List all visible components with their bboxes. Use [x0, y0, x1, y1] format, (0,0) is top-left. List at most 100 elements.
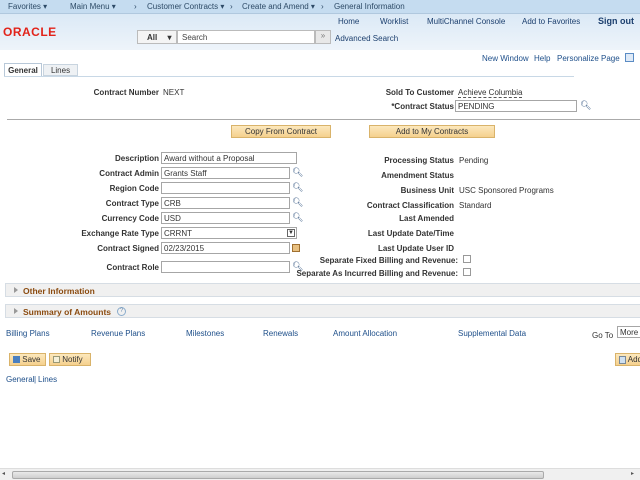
separate-incurred-checkbox[interactable]: [463, 268, 471, 276]
lookup-icon[interactable]: 🔍︎: [292, 198, 303, 207]
multichannel-link[interactable]: MultiChannel Console: [427, 17, 505, 26]
contract-status-input[interactable]: PENDING: [455, 100, 577, 112]
processing-status-label: Processing Status: [384, 156, 454, 165]
contract-type-label: Contract Type: [105, 199, 159, 208]
goto-label: Go To: [592, 331, 614, 340]
search-go-button[interactable]: »: [315, 30, 331, 44]
dropdown-arrow-icon: ▼: [287, 229, 295, 237]
search-scope-value: All: [147, 33, 158, 42]
help-icon[interactable]: ?: [117, 307, 126, 316]
contract-number-value: NEXT: [163, 88, 185, 97]
currency-code-label: Currency Code: [101, 214, 159, 223]
contract-admin-input[interactable]: Grants Staff: [161, 167, 290, 179]
new-window-link[interactable]: New Window: [482, 54, 529, 63]
chevron-down-icon: ▾: [167, 33, 172, 42]
revenue-plans-link[interactable]: Revenue Plans: [91, 329, 145, 338]
lookup-icon[interactable]: 🔍︎: [292, 183, 303, 192]
breadcrumb-current: General Information: [334, 2, 405, 11]
lookup-icon[interactable]: 🔍︎: [292, 213, 303, 222]
breadcrumb-sep: ›: [230, 2, 233, 11]
footer-general-link[interactable]: General: [6, 375, 34, 384]
description-input[interactable]: Award without a Proposal: [161, 152, 297, 164]
contract-number-label: Contract Number: [93, 88, 159, 97]
contract-status-label: *Contract Status: [391, 102, 454, 111]
home-link[interactable]: Home: [338, 17, 359, 26]
breadcrumb-sep: ›: [321, 2, 324, 11]
add-button[interactable]: Add: [615, 353, 640, 366]
tab-general[interactable]: General: [4, 63, 42, 77]
milestones-link[interactable]: Milestones: [186, 329, 224, 338]
billing-plans-link[interactable]: Billing Plans: [6, 329, 50, 338]
business-unit-value: USC Sponsored Programs: [459, 186, 554, 195]
renewals-link[interactable]: Renewals: [263, 329, 298, 338]
supplemental-data-link[interactable]: Supplemental Data: [458, 329, 526, 338]
sold-to-label: Sold To Customer: [385, 88, 454, 97]
notify-button[interactable]: Notify: [49, 353, 91, 366]
sold-to-value[interactable]: Achieve Columbia: [458, 88, 523, 98]
breadcrumb-customer-contracts[interactable]: Customer Contracts ▾: [147, 2, 224, 11]
other-information-section[interactable]: Other Information: [5, 283, 640, 297]
main-menu[interactable]: Main Menu ▾: [70, 2, 116, 11]
footer-sep: |: [34, 375, 37, 384]
contract-role-input[interactable]: [161, 261, 290, 273]
last-update-user-label: Last Update User ID: [377, 244, 454, 253]
scrollbar-thumb[interactable]: [12, 471, 544, 479]
calendar-icon[interactable]: [292, 244, 300, 252]
sign-out-link[interactable]: Sign out: [598, 16, 634, 26]
expand-arrow-icon: [14, 308, 18, 314]
contract-signed-input[interactable]: 02/23/2015: [161, 242, 290, 254]
breadcrumb-create-amend[interactable]: Create and Amend ▾: [242, 2, 315, 11]
goto-select[interactable]: More: [617, 326, 640, 338]
contract-role-label: Contract Role: [106, 263, 159, 272]
exchange-rate-value: CRRNT: [164, 229, 192, 238]
tab-divider: [4, 76, 574, 77]
advanced-search-link[interactable]: Advanced Search: [335, 34, 398, 43]
page-grid-icon[interactable]: [625, 53, 634, 62]
exchange-rate-type-label: Exchange Rate Type: [81, 229, 159, 238]
search-scope-select[interactable]: All ▾: [137, 30, 177, 44]
favorites-menu[interactable]: Favorites ▾: [8, 2, 47, 11]
tab-lines[interactable]: Lines: [43, 64, 78, 76]
region-code-label: Region Code: [109, 184, 159, 193]
last-update-datetime-label: Last Update Date/Time: [367, 229, 454, 238]
separate-fixed-checkbox[interactable]: [463, 255, 471, 263]
add-label: Add: [627, 355, 640, 364]
add-favorites-link[interactable]: Add to Favorites: [522, 17, 580, 26]
currency-code-input[interactable]: USD: [161, 212, 290, 224]
region-code-input[interactable]: [161, 182, 290, 194]
amendment-status-label: Amendment Status: [381, 171, 454, 180]
oracle-logo: ORACLE: [3, 25, 57, 39]
exchange-rate-type-select[interactable]: CRRNT ▼: [161, 227, 297, 239]
contract-type-input[interactable]: CRB: [161, 197, 290, 209]
search-input[interactable]: Search: [177, 30, 315, 44]
section-title: Summary of Amounts: [23, 307, 112, 317]
worklist-link[interactable]: Worklist: [380, 17, 408, 26]
breadcrumb-sep: ›: [134, 2, 137, 11]
save-icon: [13, 356, 20, 364]
horizontal-scrollbar[interactable]: ◂ ▸: [0, 468, 640, 480]
summary-of-amounts-section[interactable]: Summary of Amounts?: [5, 304, 640, 318]
copy-from-contract-button[interactable]: Copy From Contract: [231, 125, 331, 138]
save-button[interactable]: Save: [9, 353, 46, 366]
top-nav: Favorites ▾ Main Menu ▾ › Customer Contr…: [0, 0, 640, 14]
last-amended-label: Last Amended: [399, 214, 454, 223]
footer-lines-link[interactable]: Lines: [38, 375, 57, 384]
help-link[interactable]: Help: [534, 54, 550, 63]
classification-value: Standard: [459, 201, 492, 210]
notify-label: Notify: [62, 355, 83, 364]
personalize-link[interactable]: Personalize Page: [557, 54, 620, 63]
separate-incurred-label: Separate As Incurred Billing and Revenue…: [296, 269, 458, 278]
lookup-icon[interactable]: 🔍︎: [580, 101, 591, 110]
scroll-right-icon[interactable]: ▸: [631, 470, 634, 477]
description-label: Description: [114, 154, 159, 163]
notify-icon: [53, 356, 60, 364]
add-to-my-contracts-button[interactable]: Add to My Contracts: [369, 125, 495, 138]
scroll-left-icon[interactable]: ◂: [2, 470, 5, 477]
contract-signed-label: Contract Signed: [97, 244, 159, 253]
divider: [7, 119, 640, 120]
add-icon: [619, 355, 626, 364]
lookup-icon[interactable]: 🔍︎: [292, 168, 303, 177]
separate-fixed-label: Separate Fixed Billing and Revenue:: [319, 256, 458, 265]
amount-allocation-link[interactable]: Amount Allocation: [333, 329, 397, 338]
business-unit-label: Business Unit: [400, 186, 454, 195]
